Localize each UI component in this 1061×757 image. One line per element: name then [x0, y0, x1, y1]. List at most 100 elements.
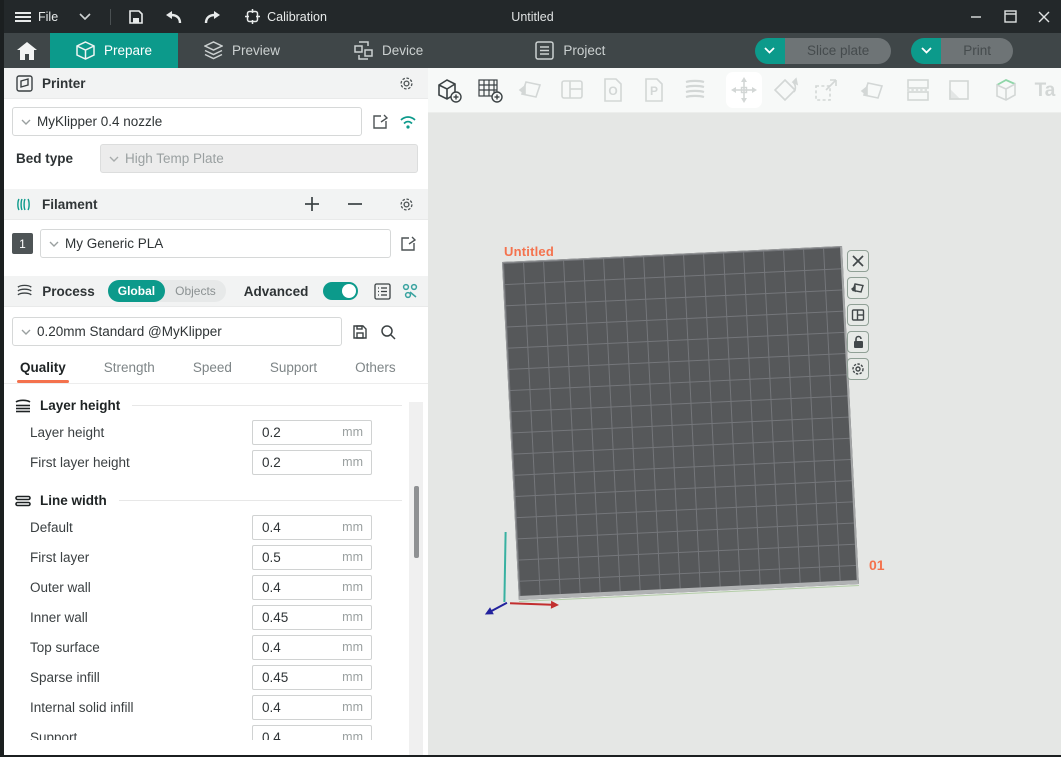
process-scope-toggle[interactable]: Global Objects: [108, 280, 226, 302]
first-layer-height-input[interactable]: [253, 455, 323, 470]
build-plate[interactable]: [502, 246, 859, 600]
slice-plate-label: Slice plate: [785, 38, 891, 64]
tab-quality[interactable]: Quality: [20, 360, 66, 383]
save-icon[interactable]: [127, 8, 145, 26]
scrollbar-thumb[interactable]: [414, 486, 419, 558]
plate-number-label: 01: [869, 557, 885, 573]
redo-icon[interactable]: [203, 8, 221, 26]
split-to-objects-icon[interactable]: O: [598, 75, 628, 105]
outer-wall-line-width-input[interactable]: [253, 580, 323, 595]
top-surface-line-width-input[interactable]: [253, 640, 323, 655]
home-button[interactable]: [4, 33, 50, 68]
home-icon: [17, 42, 37, 60]
prepare-icon: [76, 41, 95, 60]
search-icon[interactable]: [378, 322, 398, 342]
plate-settings-gear-icon[interactable]: [847, 358, 869, 380]
tab-speed[interactable]: Speed: [193, 360, 232, 383]
scale-tool-icon[interactable]: [811, 75, 841, 105]
text-tool-icon[interactable]: Ta: [1032, 75, 1061, 105]
printer-preset-select[interactable]: MyKlipper 0.4 nozzle: [12, 107, 362, 136]
lay-on-face-icon[interactable]: [858, 75, 888, 105]
variable-layer-height-icon[interactable]: [991, 75, 1021, 105]
auto-orient-icon[interactable]: [516, 75, 546, 105]
delete-plate-icon[interactable]: [847, 250, 869, 272]
scope-objects[interactable]: Objects: [165, 280, 226, 302]
sidebar: Printer MyKlipper 0.4 nozzle: [4, 68, 428, 757]
sidebar-scrollbar[interactable]: [409, 402, 423, 757]
close-button[interactable]: [1027, 0, 1061, 33]
arrange-plate-icon[interactable]: [847, 304, 869, 326]
inner-wall-line-width-input[interactable]: [253, 610, 323, 625]
layer-height-input[interactable]: [253, 425, 323, 440]
scope-global[interactable]: Global: [108, 280, 165, 302]
arrange-icon[interactable]: [557, 75, 587, 105]
add-plate-icon[interactable]: [475, 75, 505, 105]
tab-project[interactable]: Project: [509, 33, 631, 68]
calibration-icon: [243, 8, 261, 26]
edit-filament-icon[interactable]: [398, 234, 418, 254]
tab-prepare[interactable]: Prepare: [50, 33, 178, 68]
printer-icon: [16, 75, 33, 92]
default-line-width-input[interactable]: [253, 520, 323, 535]
printer-settings-gear-icon[interactable]: [396, 73, 416, 93]
process-preset-select[interactable]: 0.20mm Standard @MyKlipper: [12, 317, 342, 346]
sparse-infill-line-width-input[interactable]: [253, 670, 323, 685]
save-preset-icon[interactable]: [350, 322, 370, 342]
cut-tool-icon[interactable]: [903, 75, 933, 105]
add-object-icon[interactable]: [434, 75, 464, 105]
printer-section-header: Printer: [4, 68, 428, 99]
param-row: First layer height mm: [4, 447, 428, 477]
edit-printer-icon[interactable]: [370, 112, 390, 132]
bed-type-select[interactable]: High Temp Plate: [100, 144, 418, 173]
minimize-button[interactable]: [959, 0, 993, 33]
expert-mode-icon[interactable]: [401, 281, 420, 301]
chevron-down-icon: [21, 329, 31, 335]
split-to-parts-icon[interactable]: P: [639, 75, 669, 105]
param-row: Sparse infill mm: [4, 662, 428, 692]
chevron-down-icon: [109, 156, 119, 162]
view-list-icon[interactable]: [373, 281, 392, 301]
titlebar-separator: [110, 9, 111, 25]
orient-plate-icon[interactable]: [847, 277, 869, 299]
add-filament-icon[interactable]: [302, 194, 322, 214]
process-section-title: Process: [42, 284, 95, 299]
chevron-down-icon: [21, 119, 31, 125]
calibration-menu[interactable]: Calibration: [243, 8, 327, 26]
settings-scroll-area[interactable]: Layer height Layer height mm First layer…: [4, 384, 428, 740]
move-tool-icon[interactable]: [729, 75, 759, 105]
support-line-width-input[interactable]: [253, 730, 323, 741]
viewport-3d[interactable]: O P: [428, 68, 1061, 757]
tab-support[interactable]: Support: [270, 360, 317, 383]
project-icon: [535, 41, 554, 60]
group-layer-height: Layer height: [4, 392, 428, 417]
filament-preset-select[interactable]: My Generic PLA: [40, 229, 391, 258]
tab-preview[interactable]: Preview: [178, 33, 306, 68]
plate-action-buttons: [847, 250, 869, 380]
support-painting-icon[interactable]: [944, 75, 974, 105]
title-bar: File Calibration Untitled: [4, 0, 1061, 33]
tab-strength[interactable]: Strength: [104, 360, 155, 383]
layers-icon[interactable]: [680, 75, 710, 105]
slice-plate-button[interactable]: Slice plate: [755, 38, 891, 64]
remove-filament-icon[interactable]: [345, 194, 365, 214]
tab-others[interactable]: Others: [355, 360, 396, 383]
rotate-tool-icon[interactable]: [770, 75, 800, 105]
print-options-dropdown[interactable]: [911, 38, 941, 64]
internal-solid-infill-line-width-input[interactable]: [253, 700, 323, 715]
first-layer-line-width-input[interactable]: [253, 550, 323, 565]
group-line-width: Line width: [4, 487, 428, 512]
maximize-button[interactable]: [993, 0, 1027, 33]
y-axis-indicator: [503, 532, 506, 602]
undo-icon[interactable]: [165, 8, 183, 26]
file-chevron-down-icon[interactable]: [76, 8, 94, 26]
wifi-connection-icon[interactable]: [398, 112, 418, 132]
advanced-toggle[interactable]: [323, 282, 357, 300]
preview-icon: [204, 41, 223, 60]
lock-plate-icon[interactable]: [847, 331, 869, 353]
filament-settings-gear-icon[interactable]: [396, 194, 416, 214]
svg-text:O: O: [608, 84, 617, 98]
tab-device[interactable]: Device: [328, 33, 449, 68]
print-button[interactable]: Print: [911, 38, 1013, 64]
file-menu[interactable]: File: [14, 8, 58, 26]
slice-options-dropdown[interactable]: [755, 38, 785, 64]
